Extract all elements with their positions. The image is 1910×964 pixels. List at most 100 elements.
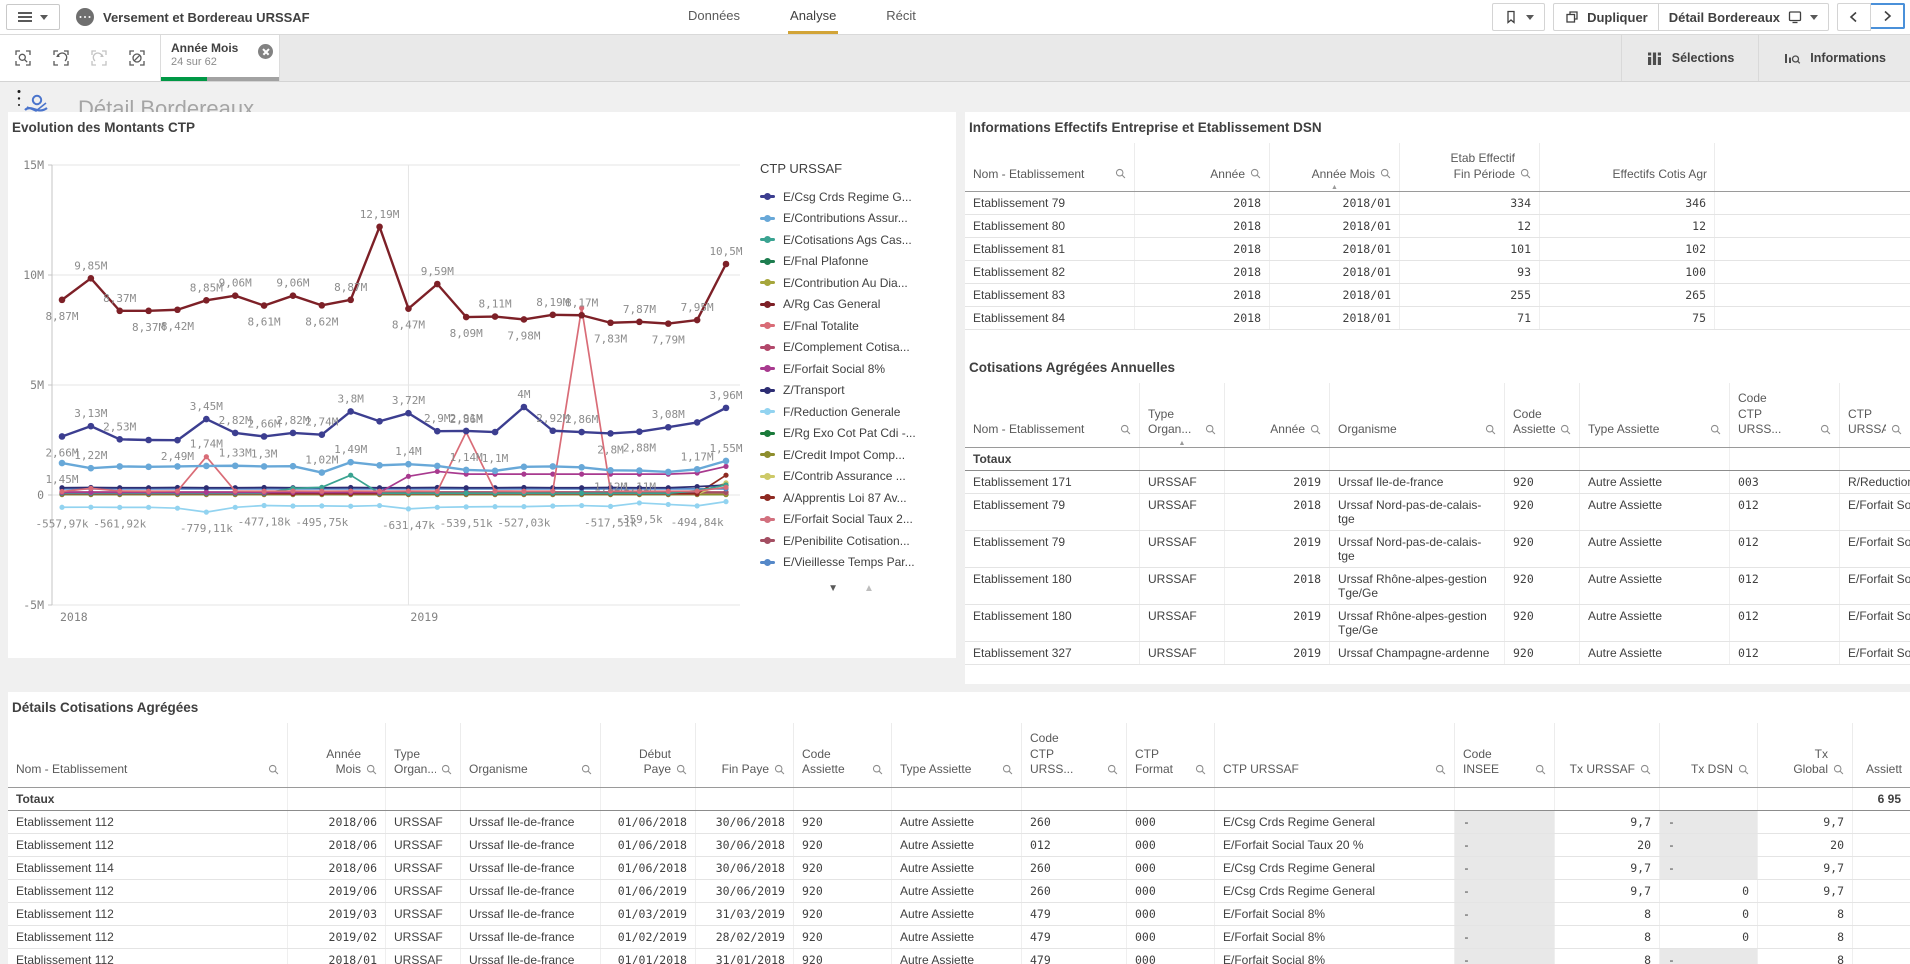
data-point[interactable] [88, 423, 95, 430]
data-point[interactable] [145, 437, 152, 444]
data-point[interactable] [204, 490, 209, 495]
cell[interactable]: 2018 [1135, 261, 1270, 283]
data-point[interactable] [550, 503, 555, 508]
legend-item[interactable]: E/Forfait Social Taux 2... [760, 509, 942, 531]
column-header[interactable]: Année [1135, 143, 1270, 191]
table-row[interactable]: Etablissement 1122019/03URSSAFUrssaf Ile… [8, 903, 1910, 926]
data-point[interactable] [665, 320, 672, 327]
data-point[interactable] [204, 454, 209, 459]
data-point[interactable] [405, 305, 412, 312]
cell[interactable]: Etablissement 79 [965, 192, 1135, 214]
data-point[interactable] [59, 433, 66, 440]
cell[interactable] [1225, 448, 1330, 470]
legend-item[interactable]: E/Cotisations Ags Cas... [760, 229, 942, 251]
column-header[interactable]: Type Assiette [1580, 383, 1730, 447]
search-icon[interactable] [1194, 763, 1207, 776]
data-point[interactable] [578, 464, 585, 471]
cell[interactable] [386, 788, 461, 810]
data-point[interactable] [116, 436, 123, 443]
cell[interactable]: 8 [1555, 949, 1660, 964]
cell[interactable]: - [1455, 926, 1555, 948]
column-header[interactable]: Début Paye [601, 723, 696, 787]
cell[interactable]: 71 [1400, 307, 1540, 329]
data-point[interactable] [434, 428, 441, 435]
data-point[interactable] [290, 292, 297, 299]
cell[interactable]: Etablissement 112 [8, 834, 288, 856]
data-point[interactable] [117, 488, 122, 493]
cell[interactable]: Autre Assiette [892, 926, 1022, 948]
search-icon[interactable] [1559, 423, 1572, 436]
cell[interactable]: 000 [1127, 857, 1215, 879]
data-point[interactable] [203, 463, 210, 470]
legend-item[interactable]: Z/Transport [760, 380, 942, 402]
cell[interactable]: R/Reduction [1840, 471, 1910, 493]
cell[interactable]: 000 [1127, 949, 1215, 964]
data-point[interactable] [492, 429, 499, 436]
cell[interactable] [1330, 448, 1505, 470]
cell[interactable]: 20 [1555, 834, 1660, 856]
cell[interactable]: 2018/01 [1270, 215, 1400, 237]
cell[interactable]: 012 [1730, 605, 1840, 641]
data-point[interactable] [492, 504, 497, 509]
cell[interactable]: 260 [1022, 857, 1127, 879]
cell[interactable]: Urssaf Rhône-alpes-gestion Tge/Ge [1330, 605, 1505, 641]
cell[interactable]: Etablissement 171 [965, 471, 1140, 493]
legend-item[interactable]: A/Apprentis Loi 87 Av... [760, 487, 942, 509]
cell[interactable]: 2018/06 [288, 811, 386, 833]
data-point[interactable] [376, 462, 383, 469]
data-point[interactable] [695, 488, 700, 493]
cell[interactable]: 479 [1022, 926, 1127, 948]
data-point[interactable] [579, 503, 584, 508]
data-point[interactable] [463, 428, 470, 435]
cell[interactable]: URSSAF [1140, 494, 1225, 530]
cell[interactable]: 0 [1660, 903, 1758, 925]
cell[interactable] [1853, 880, 1909, 902]
table-row[interactable]: Etablissement 8220182018/0193100 [965, 261, 1910, 284]
cell[interactable]: 479 [1022, 949, 1127, 964]
data-point[interactable] [578, 312, 585, 319]
cell[interactable]: Etablissement 112 [8, 903, 288, 925]
totals-row[interactable]: Totaux [965, 448, 1910, 471]
search-icon[interactable] [580, 763, 593, 776]
cell[interactable] [1715, 192, 1910, 214]
search-icon[interactable] [1737, 763, 1750, 776]
legend-item[interactable]: E/Credit Impot Comp... [760, 444, 942, 466]
data-point[interactable] [406, 506, 411, 511]
cell[interactable]: 000 [1127, 903, 1215, 925]
column-header[interactable]: Tx Global [1758, 723, 1853, 787]
cell[interactable]: - [1455, 903, 1555, 925]
cell[interactable] [1660, 788, 1758, 810]
data-point[interactable] [665, 424, 672, 431]
cell[interactable]: Autre Assiette [892, 949, 1022, 964]
cell[interactable]: Totaux [8, 788, 288, 810]
data-point[interactable] [405, 461, 412, 468]
cell[interactable]: E/Forfait Soc [1840, 568, 1910, 604]
column-header[interactable]: CTP URSSAF [1840, 383, 1910, 447]
data-point[interactable] [666, 502, 671, 507]
cell[interactable]: 920 [794, 926, 892, 948]
cell[interactable]: Etablissement 83 [965, 284, 1135, 306]
selection-chip-annee-mois[interactable]: Année Mois 24 sur 62 [160, 35, 280, 81]
cell[interactable]: 2019/02 [288, 926, 386, 948]
cell[interactable] [1853, 903, 1909, 925]
cell[interactable]: Urssaf Ile-de-france [461, 880, 601, 902]
search-icon[interactable] [1204, 423, 1217, 436]
cell[interactable] [1022, 788, 1127, 810]
data-point[interactable] [347, 459, 354, 466]
data-point[interactable] [146, 489, 151, 494]
column-header[interactable]: Année [1225, 383, 1330, 447]
search-icon[interactable] [1534, 763, 1547, 776]
cell[interactable]: Etablissement 79 [965, 494, 1140, 530]
cell[interactable]: 2018/01 [1270, 307, 1400, 329]
cell[interactable]: 920 [1505, 605, 1580, 641]
data-point[interactable] [319, 302, 326, 309]
data-point[interactable] [145, 308, 152, 315]
cell[interactable]: URSSAF [386, 903, 461, 925]
search-icon[interactable] [1832, 763, 1845, 776]
cell[interactable]: 012 [1730, 531, 1840, 567]
data-point[interactable] [204, 485, 209, 490]
data-point[interactable] [694, 317, 701, 324]
step-back-button[interactable] [44, 38, 78, 78]
cell[interactable]: 9,7 [1555, 857, 1660, 879]
cell[interactable]: 920 [794, 834, 892, 856]
